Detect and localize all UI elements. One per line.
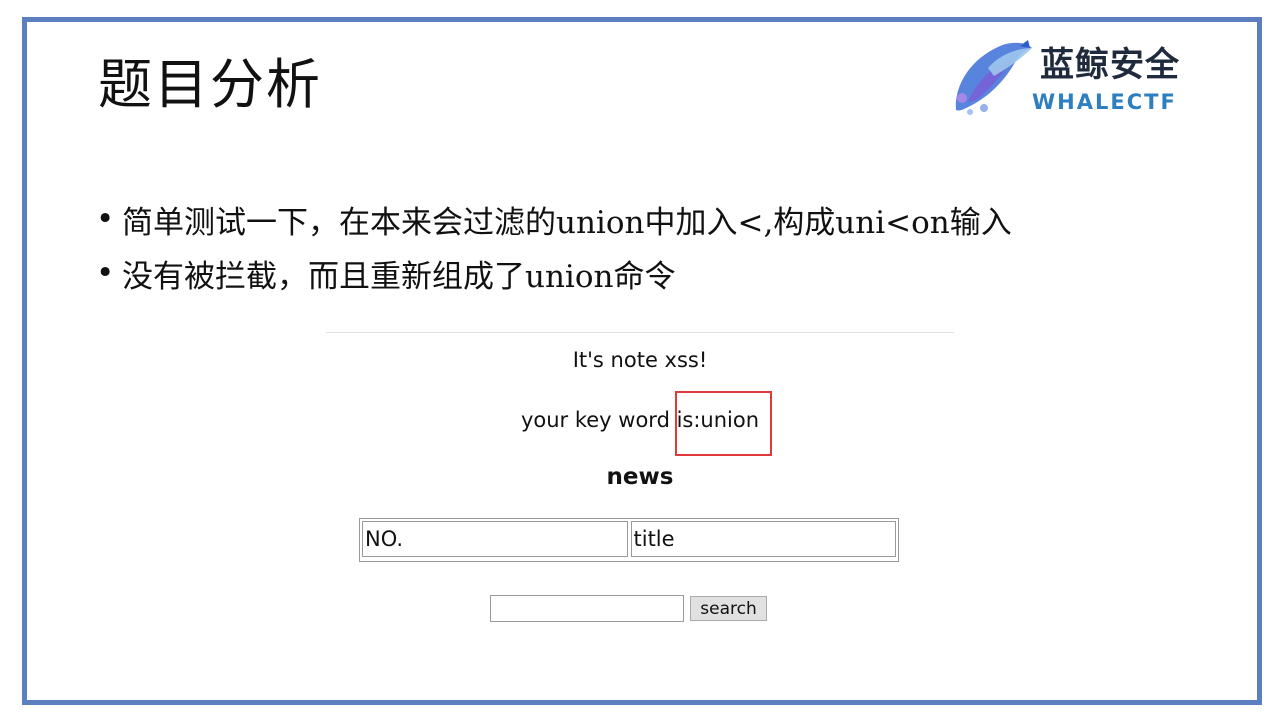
horizontal-rule (326, 332, 954, 333)
table-header-title: title (630, 521, 896, 557)
news-heading: news (606, 464, 674, 490)
table-header-no: NO. (362, 521, 628, 557)
news-table: NO. title (359, 518, 899, 562)
keyword-line: your key word is:union (520, 408, 760, 432)
whalectf-logo: 蓝鲸安全 WHALECTF (948, 38, 1233, 120)
bullet-item: • 简单测试一下，在本来会过滤的union中加入<,构成uni<on输入 (96, 192, 1012, 246)
page-heading: It's note xss! (572, 348, 708, 372)
bullet-item: • 没有被拦截，而且重新组成了union命令 (96, 246, 1012, 300)
logo-name-cn: 蓝鲸安全 (1040, 45, 1180, 85)
bullet-dot-icon: • (96, 201, 115, 237)
whale-icon (955, 40, 1032, 115)
bullet-text: 简单测试一下，在本来会过滤的union中加入<,构成uni<on输入 (122, 204, 1012, 241)
bullet-list: • 简单测试一下，在本来会过滤的union中加入<,构成uni<on输入 • 没… (96, 192, 1012, 300)
highlight-box (675, 391, 772, 456)
bullet-text: 没有被拦截，而且重新组成了union命令 (122, 258, 676, 295)
slide-title: 题目分析 (98, 53, 322, 116)
search-input[interactable] (490, 595, 684, 622)
bullet-dot-icon: • (96, 255, 115, 291)
embedded-webpage-screenshot: It's note xss! your key word is:union ne… (326, 332, 954, 632)
logo-name-en: WHALECTF (1032, 90, 1177, 114)
search-button[interactable]: search (690, 596, 767, 621)
